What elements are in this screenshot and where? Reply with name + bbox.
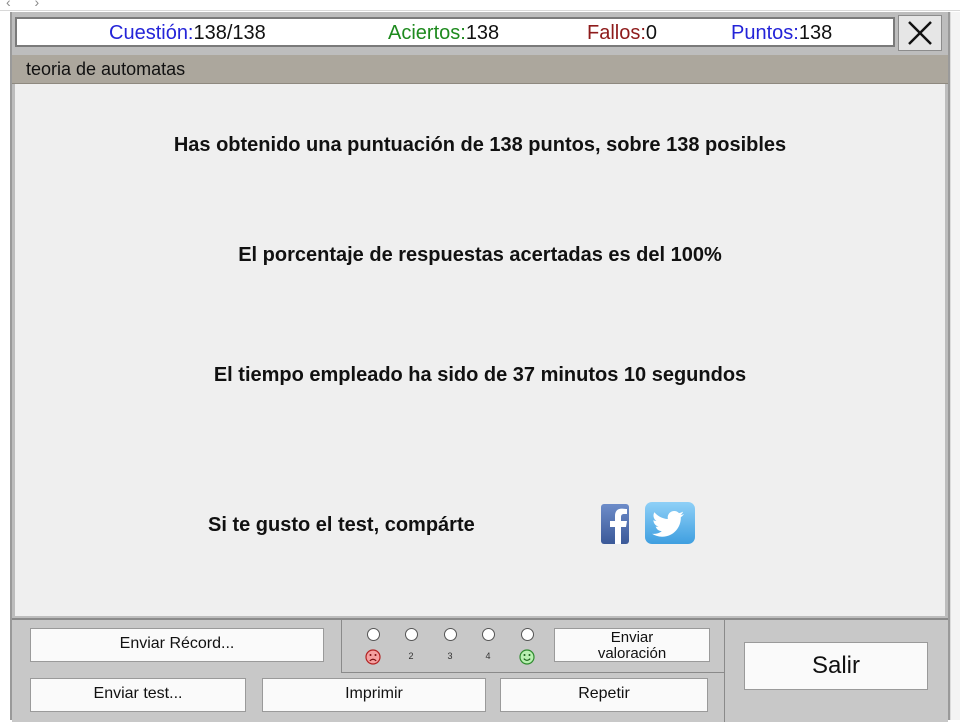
points-counter: Puntos:138	[731, 22, 832, 45]
rating-radio-1[interactable]	[367, 628, 380, 641]
hits-value: 138	[465, 22, 500, 44]
hits-label: Aciertos:	[388, 22, 466, 44]
send-test-button[interactable]: Enviar test...	[30, 678, 246, 712]
send-record-button[interactable]: Enviar Récord...	[30, 628, 324, 662]
results-panel: Has obtenido una puntuación de 138 punto…	[15, 84, 945, 616]
close-icon	[908, 21, 932, 45]
print-button[interactable]: Imprimir	[262, 678, 486, 712]
browser-toolbar: ‹ ›	[0, 0, 960, 11]
question-counter: Cuestión:138/138	[109, 22, 266, 45]
exit-button[interactable]: Salir	[744, 642, 928, 690]
hits-counter: Aciertos:138	[388, 22, 499, 45]
divider	[341, 672, 724, 673]
happy-face-icon	[519, 649, 535, 665]
send-rating-button[interactable]: Enviar valoración	[554, 628, 710, 662]
repeat-button[interactable]: Repetir	[500, 678, 708, 712]
rating-radio-3[interactable]	[444, 628, 457, 641]
points-value: 138	[798, 22, 833, 44]
quiz-window: Cuestión:138/138 Aciertos:138 Fallos:0 P…	[10, 12, 950, 722]
twitter-icon[interactable]	[645, 502, 695, 544]
rating-radio-5[interactable]	[521, 628, 534, 641]
misses-label: Fallos:	[587, 22, 646, 44]
rating-label-3: 3	[447, 651, 453, 661]
rating-radio-4[interactable]	[482, 628, 495, 641]
bottom-toolbar: Enviar Récord... 2 3 4 Enviar valoración…	[12, 618, 948, 722]
score-text: Has obtenido una puntuación de 138 punto…	[173, 134, 787, 156]
back-arrow-icon[interactable]: ‹ ›	[6, 0, 49, 10]
status-bar: Cuestión:138/138 Aciertos:138 Fallos:0 P…	[15, 17, 895, 47]
divider	[724, 620, 725, 722]
send-rating-label-2: valoración	[597, 645, 667, 662]
question-label: Cuestión:	[109, 22, 194, 44]
facebook-icon[interactable]	[601, 504, 633, 544]
share-text: Si te gusto el test, compárte	[208, 514, 475, 536]
close-button[interactable]	[898, 15, 942, 51]
sad-face-icon	[365, 649, 381, 665]
send-rating-label-1: Enviar	[610, 629, 654, 646]
rating-radio-2[interactable]	[405, 628, 418, 641]
divider	[341, 620, 342, 672]
percent-text: El porcentaje de respuestas acertadas es…	[238, 244, 722, 266]
time-text: El tiempo empleado ha sido de 37 minutos…	[213, 364, 747, 386]
misses-counter: Fallos:0	[587, 22, 657, 45]
topic-title: teoria de automatas	[26, 59, 186, 79]
points-label: Puntos:	[731, 22, 799, 44]
topic-bar: teoria de automatas	[12, 55, 948, 84]
window-edge	[950, 12, 960, 720]
question-value: 138/138	[193, 22, 266, 44]
rating-label-4: 4	[485, 651, 491, 661]
rating-label-2: 2	[408, 651, 414, 661]
misses-value: 0	[645, 22, 658, 44]
